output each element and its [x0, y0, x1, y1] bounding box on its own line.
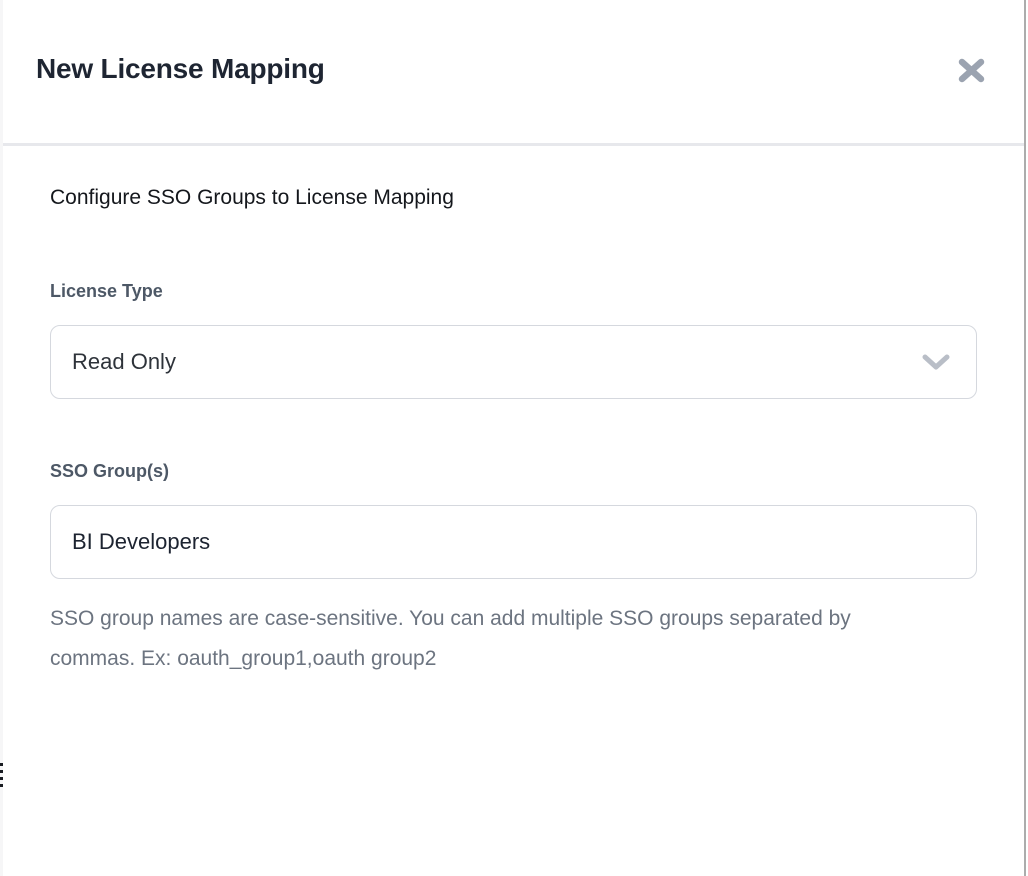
modal-header: New License Mapping: [3, 0, 1028, 143]
sso-groups-help-text: SSO group names are case-sensitive. You …: [50, 599, 895, 679]
header-divider: [3, 143, 1024, 146]
license-type-label: License Type: [50, 281, 163, 302]
scrollbar-edge: [1024, 0, 1026, 876]
license-type-selected-value: Read Only: [72, 349, 176, 375]
new-license-mapping-modal: New License Mapping Configure SSO Groups…: [3, 0, 1028, 876]
close-icon: [958, 58, 985, 83]
sso-groups-label: SSO Group(s): [50, 461, 169, 482]
chevron-down-icon: [922, 354, 950, 370]
close-button[interactable]: [954, 54, 988, 86]
modal-subtitle: Configure SSO Groups to License Mapping: [50, 186, 454, 210]
screen: New License Mapping Configure SSO Groups…: [0, 0, 1028, 876]
sso-groups-input[interactable]: [50, 505, 977, 579]
modal-title: New License Mapping: [36, 53, 325, 85]
license-type-select[interactable]: Read Only: [50, 325, 977, 399]
